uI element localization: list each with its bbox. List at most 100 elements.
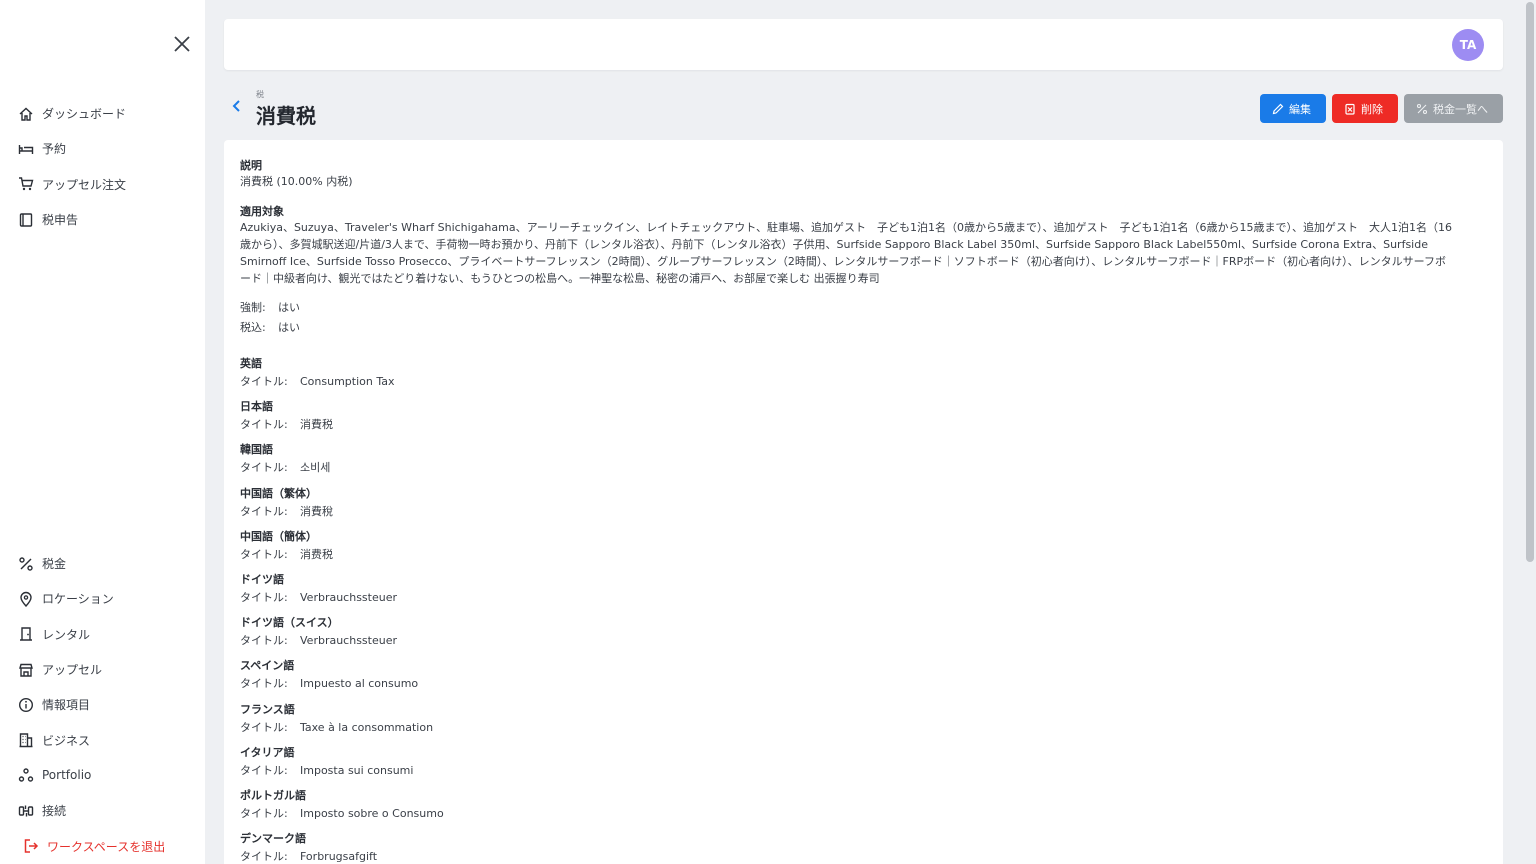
sidebar-item-label: アップセル注文 bbox=[42, 177, 127, 192]
location-pin-icon bbox=[17, 590, 34, 607]
store-icon bbox=[17, 661, 34, 678]
sidebar-item-label: Portfolio bbox=[42, 768, 92, 783]
percent-icon bbox=[17, 555, 34, 572]
breadcrumb: 税 bbox=[256, 90, 264, 99]
sidebar-item-info-items[interactable]: 情報項目 bbox=[0, 687, 205, 722]
delete-label: 削除 bbox=[1361, 103, 1383, 116]
translation-block: 中国語（繁体） タイトル: 消費稅 bbox=[240, 485, 1487, 528]
sidebar-item-label: レンタル bbox=[42, 627, 91, 642]
sidebar-item-label: 予約 bbox=[42, 142, 67, 157]
language-name: 英語 bbox=[240, 357, 262, 370]
document-icon bbox=[17, 211, 34, 228]
sidebar-item-label: ダッシュボード bbox=[42, 107, 127, 122]
edit-button[interactable]: 編集 bbox=[1260, 94, 1326, 123]
applies-to-value: Azukiya、Suzuya、Traveler's Wharf Shichiga… bbox=[240, 221, 1453, 285]
tax-list-button[interactable]: 税金一覧へ bbox=[1404, 94, 1503, 123]
translated-title: 消費税 bbox=[300, 418, 333, 432]
mandatory-value: はい bbox=[278, 301, 300, 314]
translated-title: 소비세 bbox=[300, 461, 331, 475]
close-icon[interactable] bbox=[170, 32, 194, 56]
translated-title: Imposta sui consumi bbox=[300, 763, 414, 777]
language-name: スペイン語 bbox=[240, 659, 295, 673]
translation-block: フランス語タイトル: Taxe à la consommation bbox=[240, 701, 1487, 744]
translated-title: Taxe à la consommation bbox=[300, 720, 434, 734]
logout-icon bbox=[22, 838, 39, 855]
translation-title-row: タイトル: Consumption Tax bbox=[240, 373, 1487, 389]
cart-icon bbox=[17, 176, 34, 193]
sidebar-item-rentals[interactable]: レンタル bbox=[0, 617, 205, 652]
translation-block: ポルトガル語タイトル: Imposto sobre o Consumo bbox=[240, 787, 1487, 830]
translated-title: Verbrauchssteuer bbox=[300, 590, 398, 604]
language-name: 日本語 bbox=[240, 400, 273, 414]
tax-inclusive-value: はい bbox=[278, 321, 300, 334]
language-name: フランス語 bbox=[240, 702, 295, 716]
flags: 強制: はい 税込: はい bbox=[240, 299, 1487, 339]
sidebar-item-portfolio[interactable]: Portfolio bbox=[0, 758, 205, 793]
translated-title: Impuesto al consumo bbox=[300, 677, 419, 691]
description-value: 消費税 (10.00% 内税) bbox=[240, 175, 353, 188]
building-icon bbox=[17, 732, 34, 749]
sidebar-item-dashboard[interactable]: ダッシュボード bbox=[0, 96, 205, 131]
sidebar-nav-top: ダッシュボード 予約 アップセル注文 税申告 bbox=[0, 96, 205, 237]
language-name: 中国語（繁体） bbox=[240, 486, 317, 500]
sidebar-item-upsells[interactable]: アップセル bbox=[0, 652, 205, 687]
sidebar-item-label: 接続 bbox=[42, 804, 67, 819]
sidebar: ダッシュボード 予約 アップセル注文 税申告 税金 ロケーション レンタル アッ… bbox=[0, 0, 205, 864]
translation-block: 韓国語タイトル: 소비세 bbox=[240, 441, 1487, 484]
sidebar-item-business[interactable]: ビジネス bbox=[0, 722, 205, 757]
translation-title-row: タイトル: Forbrugsafgift bbox=[240, 848, 1487, 864]
title-key: タイトル: bbox=[240, 806, 288, 820]
translation-block: スペイン語 タイトル: Impuesto al consumo bbox=[240, 657, 1487, 700]
translation-block: 日本語タイトル: 消費税 bbox=[240, 398, 1487, 441]
sidebar-item-taxes[interactable]: 税金 bbox=[0, 546, 205, 581]
translation-title-row: タイトル: Verbrauchssteuer bbox=[240, 589, 1487, 605]
sidebar-item-reservations[interactable]: 予約 bbox=[0, 131, 205, 166]
language-name: 韓国語 bbox=[240, 443, 273, 457]
pencil-icon bbox=[1272, 103, 1284, 114]
translation-title-row: タイトル: Imposta sui consumi bbox=[240, 762, 1487, 778]
sidebar-item-label: 情報項目 bbox=[42, 698, 91, 713]
translation-title-row: タイトル: Imposto sobre o Consumo bbox=[240, 805, 1487, 821]
title-key: タイトル: bbox=[240, 547, 288, 561]
door-icon bbox=[17, 626, 34, 643]
title-key: タイトル: bbox=[240, 720, 288, 734]
sidebar-item-locations[interactable]: ロケーション bbox=[0, 581, 205, 616]
title-key: タイトル: bbox=[240, 461, 288, 475]
language-name: ドイツ語 bbox=[240, 572, 284, 586]
back-chevron-icon[interactable] bbox=[228, 96, 246, 116]
language-name: ポルトガル語 bbox=[240, 788, 306, 802]
translation-title-row: タイトル: 消费税 bbox=[240, 546, 1487, 562]
translations-list: 英語 タイトル: Consumption Tax 日本語 タイトル: 消費税 韓国語 タイトル… bbox=[240, 355, 1487, 864]
tax-list-label: 税金一覧へ bbox=[1433, 103, 1488, 116]
avatar[interactable]: TA bbox=[1452, 29, 1484, 61]
tax-inclusive-label: 税込: bbox=[240, 321, 266, 334]
translated-title: Verbrauchssteuer bbox=[300, 634, 398, 648]
tax-inclusive-row: 税込: はい bbox=[240, 319, 1487, 339]
sidebar-item-connections[interactable]: 接続 bbox=[0, 793, 205, 828]
exit-workspace-button[interactable]: ワークスペースを退出 bbox=[0, 828, 205, 863]
translation-title-row: タイトル: 소비세 bbox=[240, 459, 1487, 475]
sidebar-item-tax-filing[interactable]: 税申告 bbox=[0, 202, 205, 237]
title-key: タイトル: bbox=[240, 418, 288, 432]
sidebar-nav-bottom: 税金 ロケーション レンタル アップセル 情報項目 ビジネス Portfolio bbox=[0, 546, 205, 864]
translation-block: ドイツ語タイトル: Verbrauchssteuer bbox=[240, 571, 1487, 614]
sidebar-item-label: ロケーション bbox=[42, 592, 114, 607]
topbar: TA bbox=[224, 19, 1503, 70]
title-key: タイトル: bbox=[240, 375, 288, 388]
translation-title-row: タイトル: 消費税 bbox=[240, 416, 1487, 432]
mandatory-label: 強制: bbox=[240, 301, 266, 314]
title-key: タイトル: bbox=[240, 590, 288, 604]
percent-icon bbox=[1416, 103, 1428, 114]
exit-workspace-label: ワークスペースを退出 bbox=[47, 839, 166, 854]
edit-label: 編集 bbox=[1289, 103, 1311, 116]
sidebar-item-label: 税金 bbox=[42, 557, 67, 572]
delete-icon bbox=[1345, 103, 1355, 115]
title-key: タイトル: bbox=[240, 634, 288, 648]
page-scrollbar[interactable] bbox=[1526, 2, 1534, 562]
language-name: ドイツ語（スイス） bbox=[240, 616, 339, 630]
sidebar-item-upsell-orders[interactable]: アップセル注文 bbox=[0, 167, 205, 202]
translation-title-row: タイトル: 消費稅 bbox=[240, 503, 1487, 519]
translated-title: Forbrugsafgift bbox=[300, 850, 378, 864]
delete-button[interactable]: 削除 bbox=[1332, 94, 1398, 123]
title-key: タイトル: bbox=[240, 763, 288, 777]
